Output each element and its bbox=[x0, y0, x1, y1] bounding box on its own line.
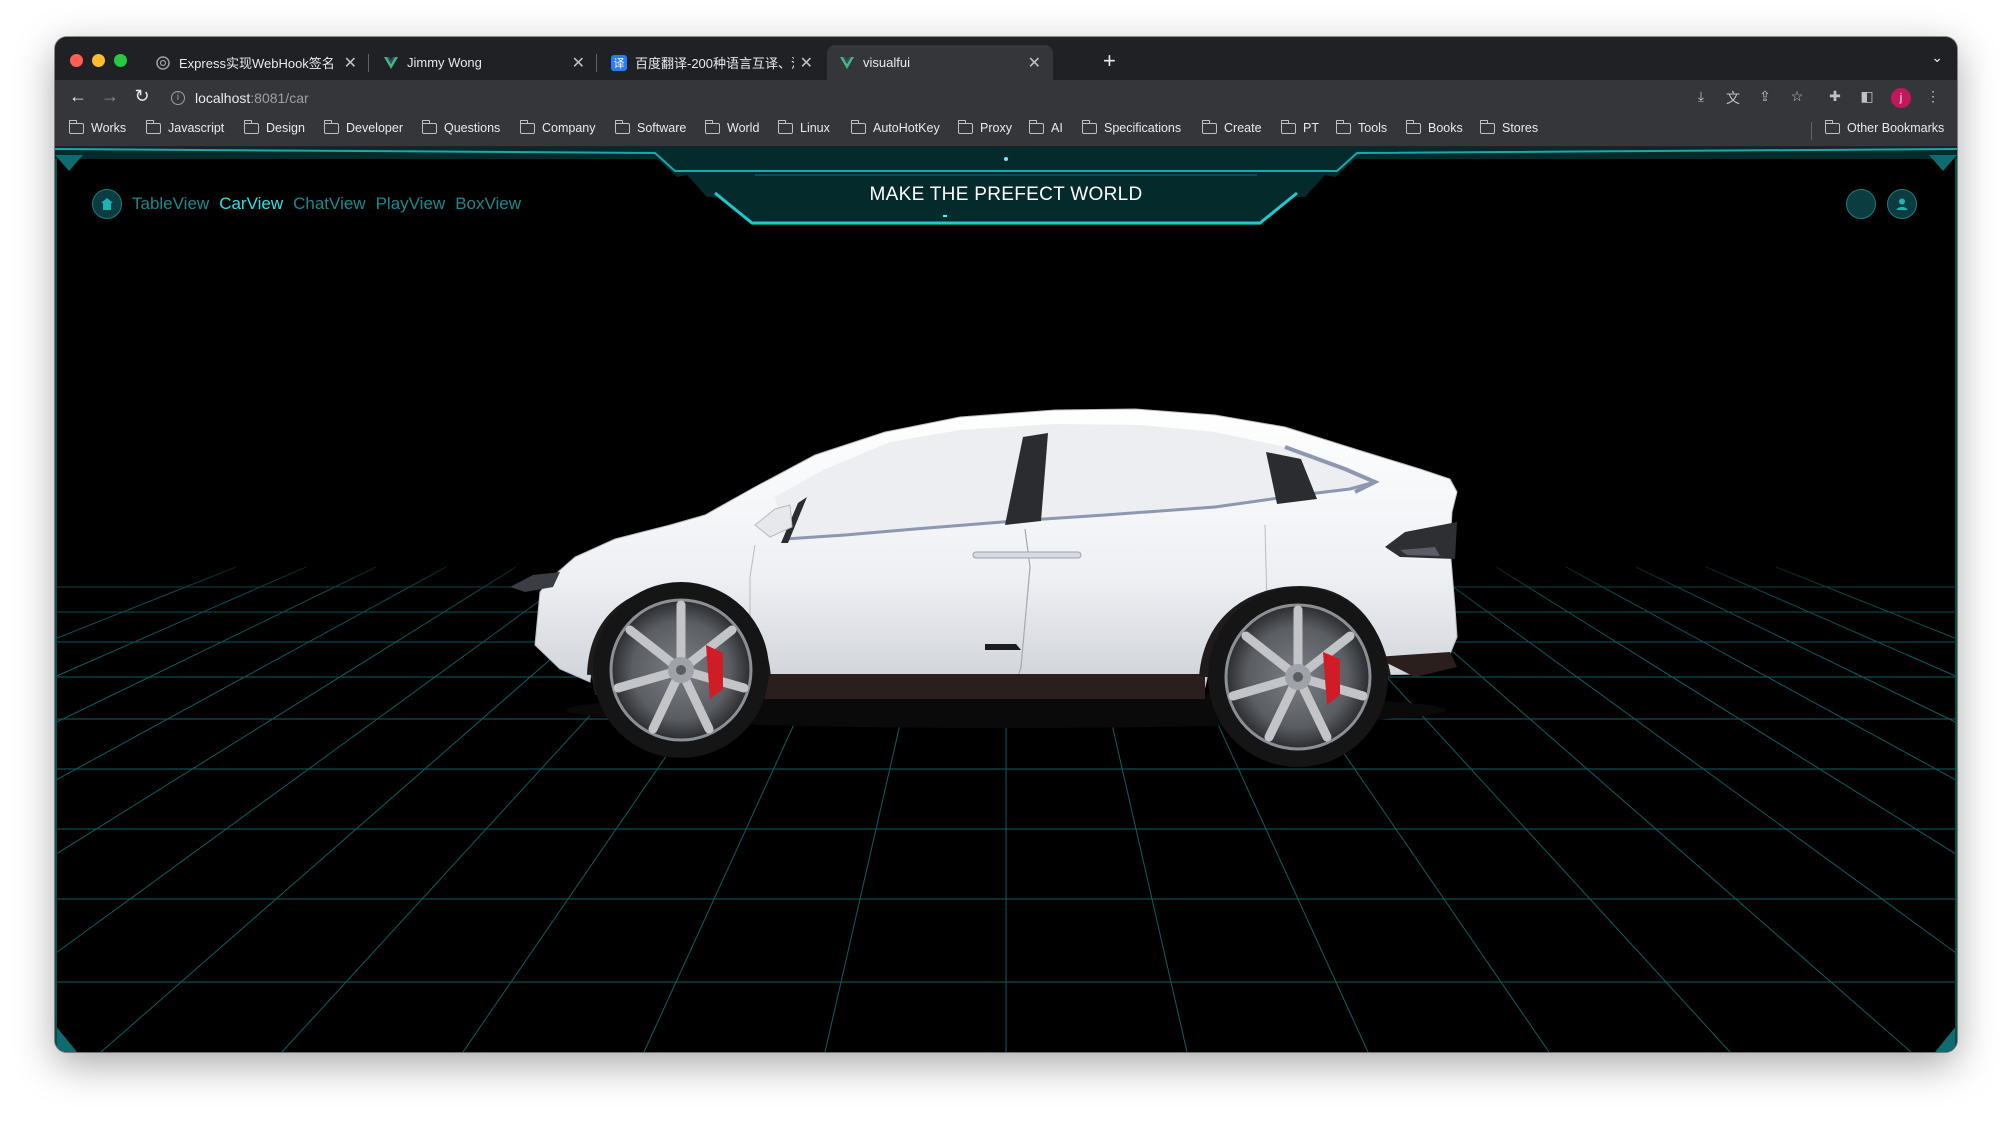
user-icon bbox=[1896, 198, 1908, 210]
folder-icon bbox=[850, 119, 866, 134]
profile-avatar[interactable]: j bbox=[1891, 88, 1911, 108]
bookmark-folder-javascript[interactable]: Javascript bbox=[145, 119, 224, 135]
window-controls bbox=[70, 54, 127, 67]
close-tab-icon[interactable]: ✕ bbox=[344, 53, 357, 73]
bookmark-folder-questions[interactable]: Questions bbox=[421, 119, 500, 135]
folder-icon bbox=[1028, 119, 1044, 134]
share-icon[interactable]: ⇪ bbox=[1755, 88, 1775, 105]
zoom-window-button[interactable] bbox=[114, 54, 127, 67]
bookmark-folder-developer[interactable]: Developer bbox=[323, 119, 403, 135]
close-window-button[interactable] bbox=[70, 54, 83, 67]
tab-jimmy-wong[interactable]: Jimmy Wong ✕ bbox=[371, 45, 597, 80]
menu-kebab-icon[interactable]: ⋮ bbox=[1923, 88, 1943, 105]
bookmark-folder-stores[interactable]: Stores bbox=[1479, 119, 1538, 135]
white-suv-model bbox=[510, 408, 1458, 767]
extensions-puzzle-icon[interactable]: ✚ bbox=[1825, 88, 1845, 105]
bookmark-folder-works[interactable]: Works bbox=[68, 119, 126, 135]
car-scene-canvas[interactable] bbox=[55, 147, 1957, 1052]
browser-window: Express实现WebHook签名 ✕ Jimmy Wong ✕ 译 百度翻译… bbox=[55, 37, 1957, 1052]
forward-arrow-icon[interactable]: → bbox=[99, 86, 121, 107]
bookmark-folder-autohotkey[interactable]: AutoHotKey bbox=[850, 119, 940, 135]
openai-icon bbox=[155, 55, 171, 71]
bookmark-folder-create[interactable]: Create bbox=[1201, 119, 1262, 135]
baidu-translate-icon: 译 bbox=[611, 54, 627, 71]
folder-icon bbox=[145, 119, 161, 134]
browser-toolbar: ← → ↻ i localhost:8081/car ⤓ 文 ⇪ ☆ ✚ ◧ j… bbox=[55, 80, 1957, 115]
bookmark-folder-ai[interactable]: AI bbox=[1028, 119, 1063, 135]
vue-icon bbox=[383, 55, 399, 71]
folder-icon bbox=[519, 119, 535, 134]
circle-icon bbox=[1856, 199, 1866, 209]
bookmark-folder-proxy[interactable]: Proxy bbox=[957, 119, 1012, 135]
bookmark-folder-tools[interactable]: Tools bbox=[1335, 119, 1387, 135]
folder-icon bbox=[777, 119, 793, 134]
tab-title: Express实现WebHook签名 bbox=[179, 56, 335, 71]
bookmark-star-icon[interactable]: ☆ bbox=[1787, 88, 1807, 105]
tab-title: Jimmy Wong bbox=[407, 55, 482, 70]
bookmark-folder-design[interactable]: Design bbox=[243, 119, 305, 135]
app-viewport: TableView CarView ChatView PlayView BoxV… bbox=[55, 147, 1957, 1052]
folder-icon bbox=[1280, 119, 1296, 134]
rear-wheel bbox=[1208, 587, 1388, 767]
folder-icon bbox=[243, 119, 259, 134]
tab-title: 百度翻译-200种语言互译、沟通 bbox=[635, 56, 794, 71]
bookmark-folder-specifications[interactable]: Specifications bbox=[1081, 119, 1181, 135]
folder-icon bbox=[1405, 119, 1421, 134]
settings-button[interactable] bbox=[1846, 189, 1876, 219]
reload-icon[interactable]: ↻ bbox=[131, 86, 153, 107]
folder-icon bbox=[1081, 119, 1097, 134]
bookmark-folder-world[interactable]: World bbox=[704, 119, 759, 135]
folder-icon bbox=[704, 119, 720, 134]
tab-title: visualfui bbox=[863, 55, 910, 70]
back-arrow-icon[interactable]: ← bbox=[67, 86, 89, 107]
tab-strip: Express实现WebHook签名 ✕ Jimmy Wong ✕ 译 百度翻译… bbox=[55, 37, 1957, 80]
tab-express-webhook[interactable]: Express实现WebHook签名 ✕ bbox=[143, 45, 369, 80]
bookmark-folder-pt[interactable]: PT bbox=[1280, 119, 1319, 135]
url-host: localhost bbox=[195, 89, 251, 106]
tab-visualfui[interactable]: visualfui ✕ bbox=[827, 45, 1053, 80]
url-path: :8081/car bbox=[250, 89, 309, 106]
bookmark-folder-other[interactable]: Other Bookmarks bbox=[1824, 119, 1944, 135]
bookmarks-bar: Works Javascript Design Developer Questi… bbox=[55, 115, 1957, 147]
close-tab-icon[interactable]: ✕ bbox=[572, 53, 585, 73]
site-info-icon[interactable]: i bbox=[171, 90, 185, 105]
side-panel-icon[interactable]: ◧ bbox=[1857, 88, 1877, 105]
bookmark-folder-books[interactable]: Books bbox=[1405, 119, 1463, 135]
vue-icon bbox=[839, 55, 855, 71]
bookmark-folder-software[interactable]: Software bbox=[614, 119, 686, 135]
translate-icon[interactable]: 文 bbox=[1723, 88, 1743, 108]
new-tab-plus-icon[interactable]: + bbox=[1103, 48, 1116, 74]
folder-icon bbox=[421, 119, 437, 134]
folder-icon bbox=[1335, 119, 1351, 134]
folder-icon bbox=[68, 119, 84, 134]
front-wheel bbox=[593, 582, 769, 758]
bookmark-folder-company[interactable]: Company bbox=[519, 119, 596, 135]
close-tab-icon[interactable]: ✕ bbox=[1028, 53, 1041, 73]
page-title: MAKE THE PREFECT WORLD bbox=[869, 184, 1143, 205]
address-bar[interactable]: i localhost:8081/car bbox=[165, 84, 1765, 111]
folder-icon bbox=[1824, 119, 1840, 134]
folder-icon bbox=[1201, 119, 1217, 134]
close-tab-icon[interactable]: ✕ bbox=[800, 53, 813, 73]
tab-baidu-translate[interactable]: 译 百度翻译-200种语言互译、沟通 ✕ bbox=[599, 45, 825, 80]
install-app-icon[interactable]: ⤓ bbox=[1691, 88, 1711, 105]
bookmark-folder-linux[interactable]: Linux bbox=[777, 119, 830, 135]
tab-search-chevron-icon[interactable]: ⌄ bbox=[1931, 49, 1943, 66]
user-button[interactable] bbox=[1887, 189, 1917, 219]
folder-icon bbox=[957, 119, 973, 134]
minimize-window-button[interactable] bbox=[92, 54, 105, 67]
folder-icon bbox=[614, 119, 630, 134]
folder-icon bbox=[1479, 119, 1495, 134]
folder-icon bbox=[323, 119, 339, 134]
